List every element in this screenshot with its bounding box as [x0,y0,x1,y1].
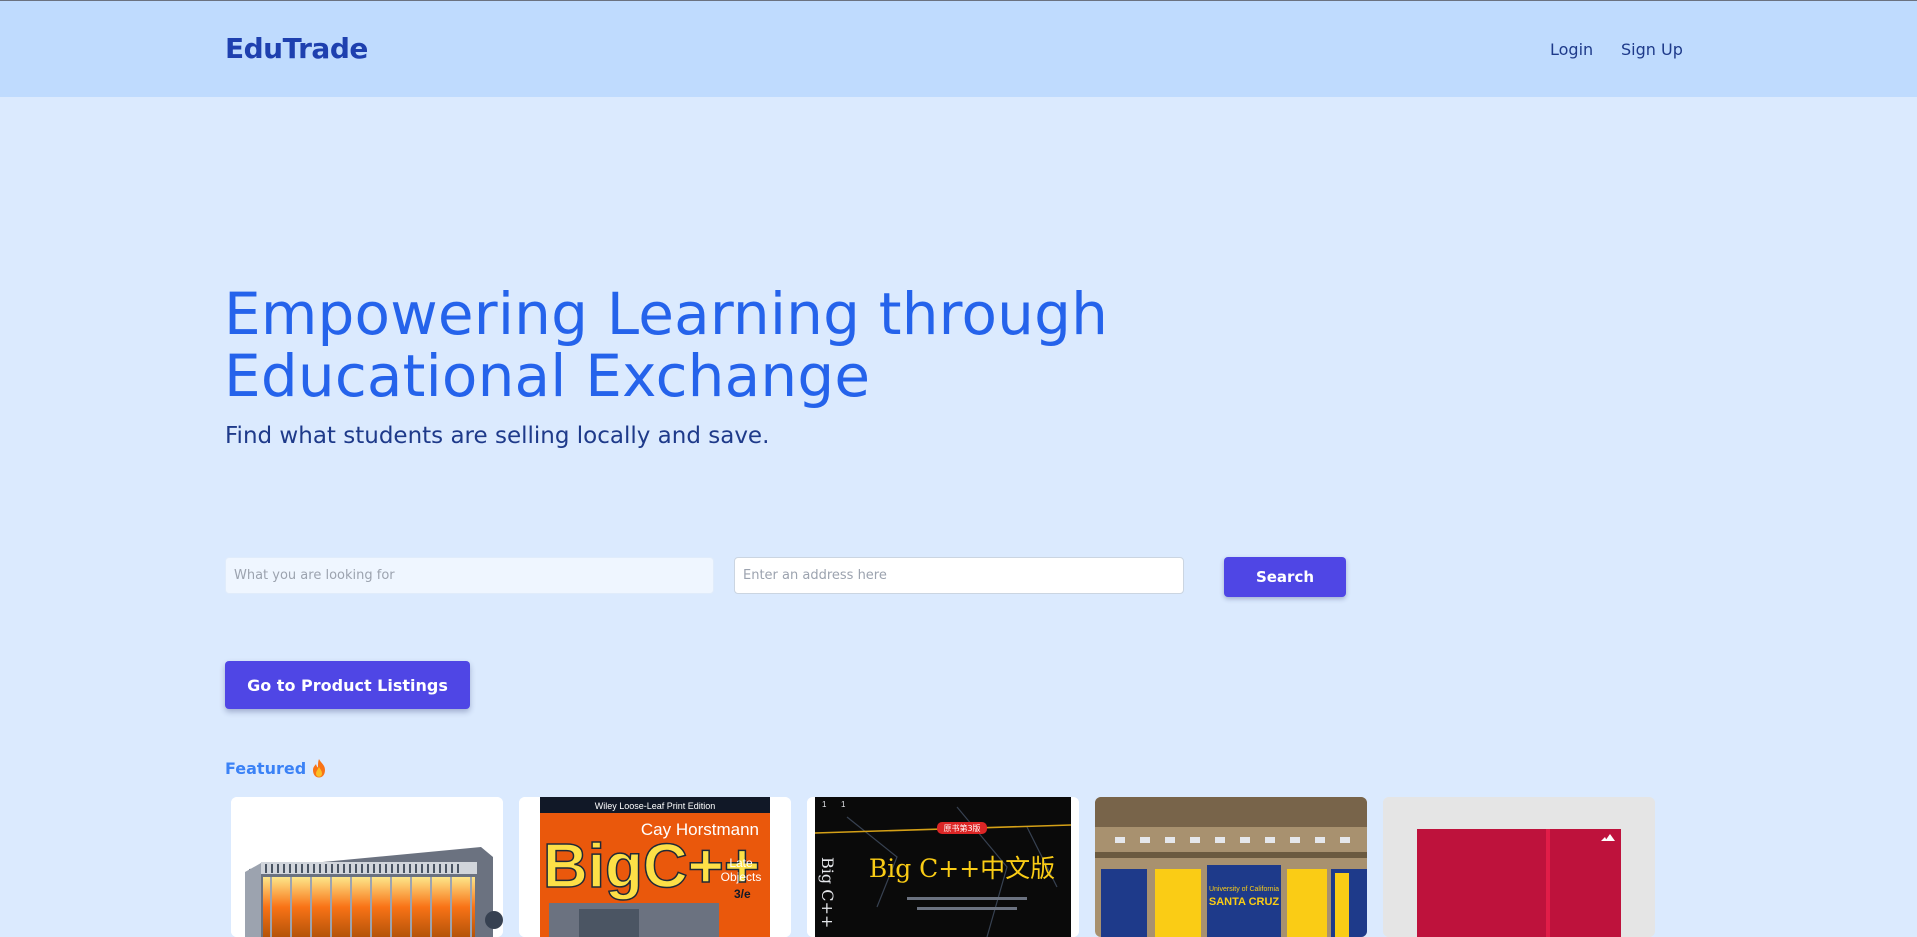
cover-title-cn: Big C++中文版 [869,854,1055,883]
cover-sub1: Late [729,856,753,870]
book-cover-big-cpp-chinese: 1 1 原书第3版 Big C++中文版 Big C++ [807,797,1079,937]
svg-text:1: 1 [841,800,846,809]
brand-logo[interactable]: EduTrade [225,32,368,65]
red-book-image [1383,797,1655,937]
featured-card-3[interactable]: 1 1 原书第3版 Big C++中文版 Big C++ [807,797,1079,937]
search-address-input[interactable] [734,557,1184,594]
search-button[interactable]: Search [1224,557,1346,597]
cover-top-text: Wiley Loose-Leaf Print Edition [595,801,716,811]
search-what-input[interactable] [225,557,714,594]
heater-image [231,797,503,937]
featured-card-1[interactable] [231,797,503,937]
signup-link[interactable]: Sign Up [1621,40,1683,59]
top-navbar: EduTrade Login Sign Up [0,0,1917,97]
fire-icon [313,759,326,778]
book-cover-big-cpp: Wiley Loose-Leaf Print Edition Cay Horst… [519,797,791,937]
featured-card-2[interactable]: Wiley Loose-Leaf Print Edition Cay Horst… [519,797,791,937]
hero-title-line1: Empowering Learning through [224,280,1109,348]
cover-badge: 原书第3版 [943,823,980,833]
hero-title-line2: Educational Exchange [224,342,871,410]
svg-text:Big C++: Big C++ [818,857,837,928]
hero-title: Empowering Learning through Educational … [224,283,1184,407]
cover-sub2: Objects [721,870,762,884]
featured-label: Featured [225,759,307,778]
featured-card-5[interactable] [1383,797,1655,937]
hero-subtitle: Find what students are selling locally a… [225,423,770,449]
cover-title: BigC++ [543,832,760,901]
cover-edition: 3/e [734,887,751,901]
banner-text-2: SANTA CRUZ [1209,896,1280,908]
featured-heading: Featured [225,759,326,778]
ucsc-banners-image: University of California SANTA CRUZ [1095,797,1367,937]
product-listings-button[interactable]: Go to Product Listings [225,661,470,709]
featured-card-4[interactable]: University of California SANTA CRUZ [1095,797,1367,937]
login-link[interactable]: Login [1550,40,1593,59]
svg-text:1: 1 [822,800,827,809]
banner-text-1: University of California [1209,886,1279,893]
